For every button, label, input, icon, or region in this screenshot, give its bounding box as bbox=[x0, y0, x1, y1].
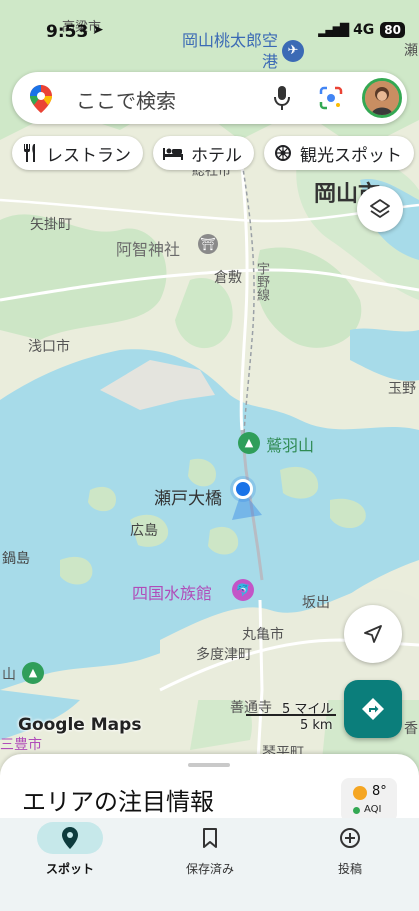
bottom-navigation: スポット 保存済み 投稿 bbox=[0, 818, 419, 911]
signal-icon: ▂▄▆█ bbox=[318, 23, 349, 37]
nav-explore[interactable]: スポット bbox=[0, 822, 140, 892]
current-location-dot bbox=[233, 479, 253, 499]
nav-pill bbox=[317, 822, 383, 854]
google-maps-logo: Google Maps bbox=[18, 715, 142, 735]
aqi-status-dot bbox=[353, 807, 360, 814]
add-circle-icon bbox=[340, 828, 360, 848]
sheet-drag-handle[interactable] bbox=[188, 763, 230, 767]
chip-hotel[interactable]: ホテル bbox=[153, 136, 254, 170]
fork-knife-icon bbox=[24, 144, 35, 162]
nav-label: 投稿 bbox=[337, 862, 362, 876]
profile-avatar[interactable] bbox=[362, 78, 402, 118]
google-maps-pin-icon bbox=[30, 85, 52, 113]
sheet-title: エリアの注目情報 bbox=[22, 788, 214, 816]
scale-km: 5 km bbox=[300, 718, 333, 733]
weather-badge[interactable]: 8° AQI bbox=[341, 778, 397, 822]
weather-temp: 8° bbox=[372, 784, 387, 799]
scale-line bbox=[246, 714, 336, 716]
bed-icon bbox=[163, 148, 183, 160]
directions-button[interactable] bbox=[344, 680, 402, 738]
chip-attraction[interactable]: 観光スポット bbox=[264, 136, 414, 170]
network-label: 4G bbox=[353, 22, 375, 38]
attraction-icon bbox=[275, 145, 291, 161]
nav-contribute[interactable]: 投稿 bbox=[280, 822, 419, 892]
location-pin-icon bbox=[62, 827, 78, 849]
status-time: 9:53 bbox=[46, 22, 89, 42]
chip-label: 観光スポット bbox=[300, 145, 402, 166]
search-input[interactable]: ここで検索 bbox=[76, 85, 176, 114]
nav-pill-active bbox=[37, 822, 103, 854]
navigation-arrow-icon bbox=[364, 625, 382, 643]
layers-icon bbox=[370, 199, 390, 218]
nav-label: スポット bbox=[45, 862, 94, 876]
microphone-icon[interactable] bbox=[272, 85, 292, 111]
category-chips: レストラン ホテル 観光スポット bbox=[12, 136, 414, 170]
chip-restaurant[interactable]: レストラン bbox=[12, 136, 143, 170]
battery-indicator: 80 bbox=[380, 22, 405, 38]
layers-button[interactable] bbox=[357, 186, 403, 232]
chip-label: ホテル bbox=[191, 145, 242, 166]
google-lens-icon[interactable] bbox=[318, 85, 344, 111]
location-arrow-icon: ➤ bbox=[92, 22, 104, 38]
search-bar[interactable]: ここで検索 bbox=[12, 72, 407, 124]
nav-pill bbox=[177, 822, 243, 854]
directions-icon bbox=[362, 698, 384, 720]
nav-saved[interactable]: 保存済み bbox=[140, 822, 280, 892]
nav-label: 保存済み bbox=[185, 862, 234, 876]
aqi-label: AQI bbox=[364, 804, 382, 815]
sun-icon bbox=[353, 786, 367, 800]
avatar-photo-icon bbox=[365, 81, 399, 115]
status-bar: 9:53 ➤ ▂▄▆█ 4G 80 bbox=[0, 0, 419, 60]
chip-label: レストラン bbox=[46, 145, 131, 166]
bookmark-icon bbox=[203, 828, 217, 848]
my-location-button[interactable] bbox=[344, 605, 402, 663]
